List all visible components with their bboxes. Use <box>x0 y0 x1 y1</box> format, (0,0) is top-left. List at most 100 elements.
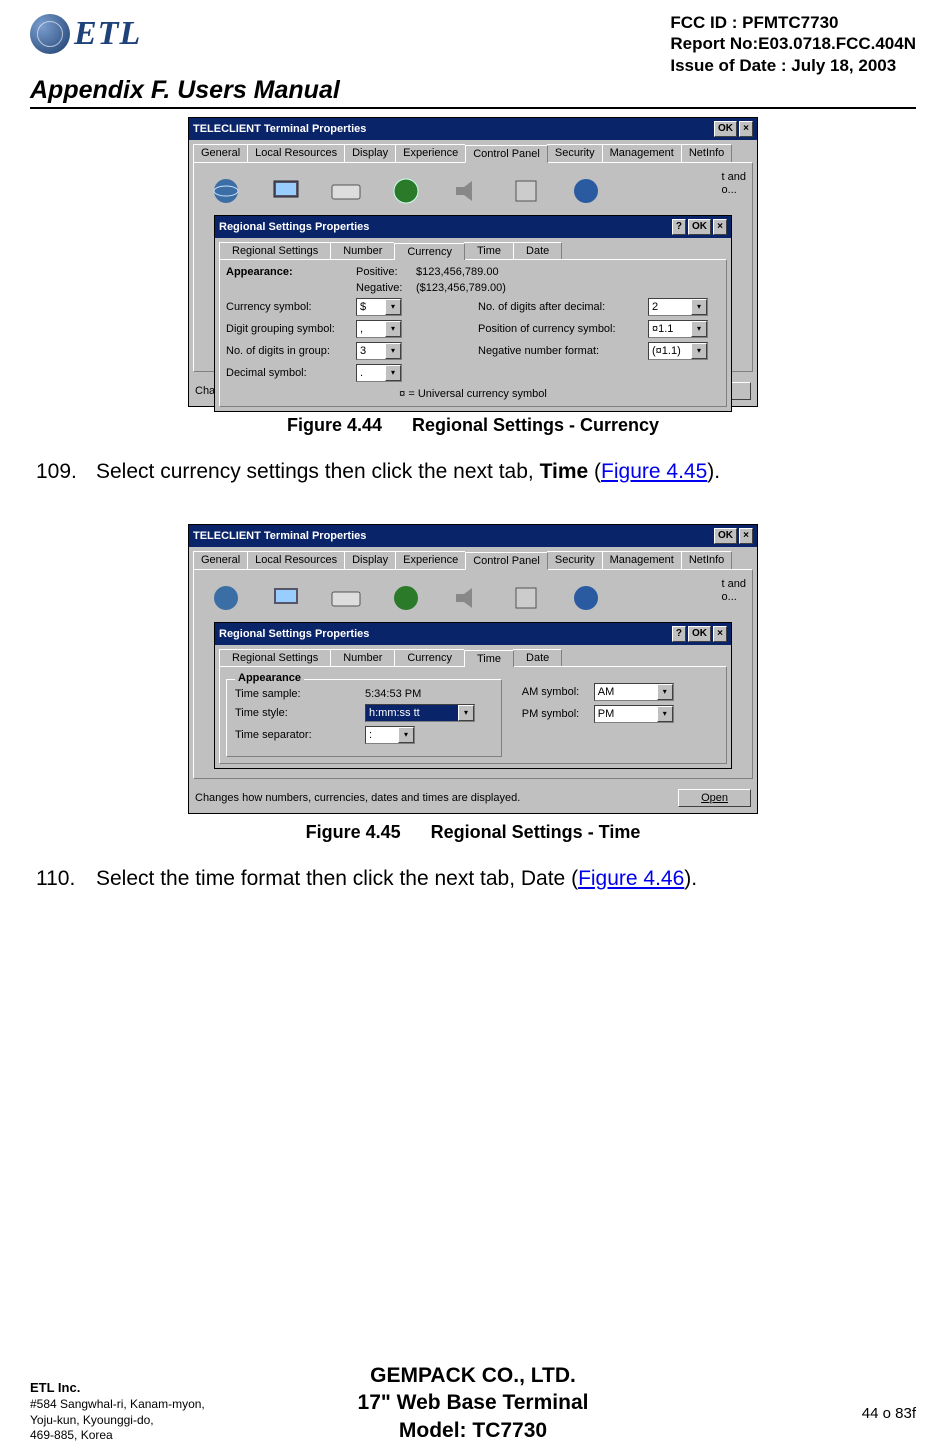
tab-control-panel[interactable]: Control Panel <box>465 552 548 570</box>
negative-label: Negative: <box>356 282 416 294</box>
pm-symbol-combo[interactable]: PM▾ <box>594 705 674 723</box>
subtab-currency[interactable]: Currency <box>394 243 465 260</box>
figure-link-445[interactable]: Figure 4.45 <box>601 460 707 483</box>
chevron-down-icon[interactable]: ▾ <box>657 684 673 700</box>
chevron-down-icon[interactable]: ▾ <box>385 299 401 315</box>
subtab-currency[interactable]: Currency <box>394 649 465 666</box>
keyboard-icon[interactable] <box>330 175 362 207</box>
combo[interactable]: .▾ <box>356 364 402 382</box>
display-icon[interactable] <box>270 175 302 207</box>
tab-display[interactable]: Display <box>344 551 396 569</box>
ok-button[interactable]: OK <box>714 528 737 544</box>
figure-caption-445: Figure 4.45Regional Settings - Time <box>30 822 916 843</box>
am-symbol-combo[interactable]: AM▾ <box>594 683 674 701</box>
chevron-down-icon[interactable]: ▾ <box>691 299 707 315</box>
control-panel-icons <box>202 171 744 219</box>
subtab-regional-settings[interactable]: Regional Settings <box>219 242 331 259</box>
keyboard-icon[interactable] <box>330 582 362 614</box>
tab-control-panel[interactable]: Control Panel <box>465 145 548 163</box>
positive-label: Positive: <box>356 266 416 278</box>
time-style-label: Time style: <box>235 707 365 719</box>
tab-netinfo[interactable]: NetInfo <box>681 551 732 569</box>
subtab-date[interactable]: Date <box>513 649 562 666</box>
combo[interactable]: $▾ <box>356 298 402 316</box>
tab-general[interactable]: General <box>193 551 248 569</box>
sound-icon[interactable] <box>450 175 482 207</box>
close-icon[interactable]: × <box>713 219 727 235</box>
system-icon[interactable] <box>510 175 542 207</box>
display-icon[interactable] <box>270 582 302 614</box>
tab-display[interactable]: Display <box>344 144 396 162</box>
network-icon[interactable] <box>570 175 602 207</box>
subtab-time[interactable]: Time <box>464 650 514 667</box>
chevron-down-icon[interactable]: ▾ <box>385 321 401 337</box>
tab-security[interactable]: Security <box>547 144 603 162</box>
subtab-regional-settings[interactable]: Regional Settings <box>219 649 331 666</box>
combo[interactable]: 3▾ <box>356 342 402 360</box>
close-icon[interactable]: × <box>713 626 727 642</box>
chevron-down-icon[interactable]: ▾ <box>691 321 707 337</box>
header-metadata: FCC ID : PFMTC7730 Report No:E03.0718.FC… <box>670 10 916 76</box>
combo[interactable]: 2▾ <box>648 298 708 316</box>
tab-local-resources[interactable]: Local Resources <box>247 551 345 569</box>
combo[interactable]: (¤1.1)▾ <box>648 342 708 360</box>
subtab-date[interactable]: Date <box>513 242 562 259</box>
appendix-title: Appendix F. Users Manual <box>30 76 916 105</box>
field-label: No. of digits in group: <box>226 345 356 357</box>
ok-button[interactable]: OK <box>714 121 737 137</box>
tab-management[interactable]: Management <box>602 551 682 569</box>
dialog-title: Regional Settings Properties <box>219 628 369 640</box>
step-number: 109. <box>36 460 96 484</box>
page-number: 44 o 83f <box>862 1405 916 1422</box>
tab-netinfo[interactable]: NetInfo <box>681 144 732 162</box>
close-icon[interactable]: × <box>739 528 753 544</box>
help-icon[interactable]: ? <box>672 219 686 235</box>
figure-caption-444: Figure 4.44Regional Settings - Currency <box>30 415 916 436</box>
appearance-label: Appearance: <box>226 266 356 278</box>
system-icon[interactable] <box>510 582 542 614</box>
tab-experience[interactable]: Experience <box>395 551 466 569</box>
am-symbol-label: AM symbol: <box>522 686 594 698</box>
step-number: 110. <box>36 867 96 891</box>
time-separator-label: Time separator: <box>235 729 365 741</box>
tab-management[interactable]: Management <box>602 144 682 162</box>
tab-local-resources[interactable]: Local Resources <box>247 144 345 162</box>
close-icon[interactable]: × <box>739 121 753 137</box>
open-button[interactable]: Open <box>678 789 751 807</box>
control-panel-icons <box>202 578 744 626</box>
chevron-down-icon[interactable]: ▾ <box>458 705 474 721</box>
internet-icon[interactable] <box>210 582 242 614</box>
field-label: Position of currency symbol: <box>478 323 648 335</box>
chevron-down-icon[interactable]: ▾ <box>657 706 673 722</box>
network-icon[interactable] <box>570 582 602 614</box>
chevron-down-icon[interactable]: ▾ <box>385 343 401 359</box>
internet-icon[interactable] <box>210 175 242 207</box>
issue-date: Issue of Date : July 18, 2003 <box>670 55 916 76</box>
help-icon[interactable]: ? <box>672 626 686 642</box>
header-rule <box>30 107 916 109</box>
subtab-time[interactable]: Time <box>464 242 514 259</box>
chevron-down-icon[interactable]: ▾ <box>691 343 707 359</box>
subtab-number[interactable]: Number <box>330 242 395 259</box>
tab-experience[interactable]: Experience <box>395 144 466 162</box>
ok-button[interactable]: OK <box>688 219 711 235</box>
subtab-number[interactable]: Number <box>330 649 395 666</box>
regional-icon[interactable] <box>390 582 422 614</box>
combo[interactable]: ,▾ <box>356 320 402 338</box>
fcc-id: FCC ID : PFMTC7730 <box>670 12 916 33</box>
sound-icon[interactable] <box>450 582 482 614</box>
tab-security[interactable]: Security <box>547 551 603 569</box>
figure-link-446[interactable]: Figure 4.46 <box>578 867 684 890</box>
brand-text: ETL <box>74 15 141 53</box>
chevron-down-icon[interactable]: ▾ <box>385 365 401 381</box>
dialog-title: Regional Settings Properties <box>219 221 369 233</box>
pm-symbol-label: PM symbol: <box>522 708 594 720</box>
time-style-combo[interactable]: h:mm:ss tt▾ <box>365 704 475 722</box>
ok-button[interactable]: OK <box>688 626 711 642</box>
combo[interactable]: ¤1.1▾ <box>648 320 708 338</box>
tab-general[interactable]: General <box>193 144 248 162</box>
regional-icon[interactable] <box>390 175 422 207</box>
time-separator-combo[interactable]: :▾ <box>365 726 415 744</box>
chevron-down-icon[interactable]: ▾ <box>398 727 414 743</box>
time-sample-value: 5:34:53 PM <box>365 688 421 700</box>
